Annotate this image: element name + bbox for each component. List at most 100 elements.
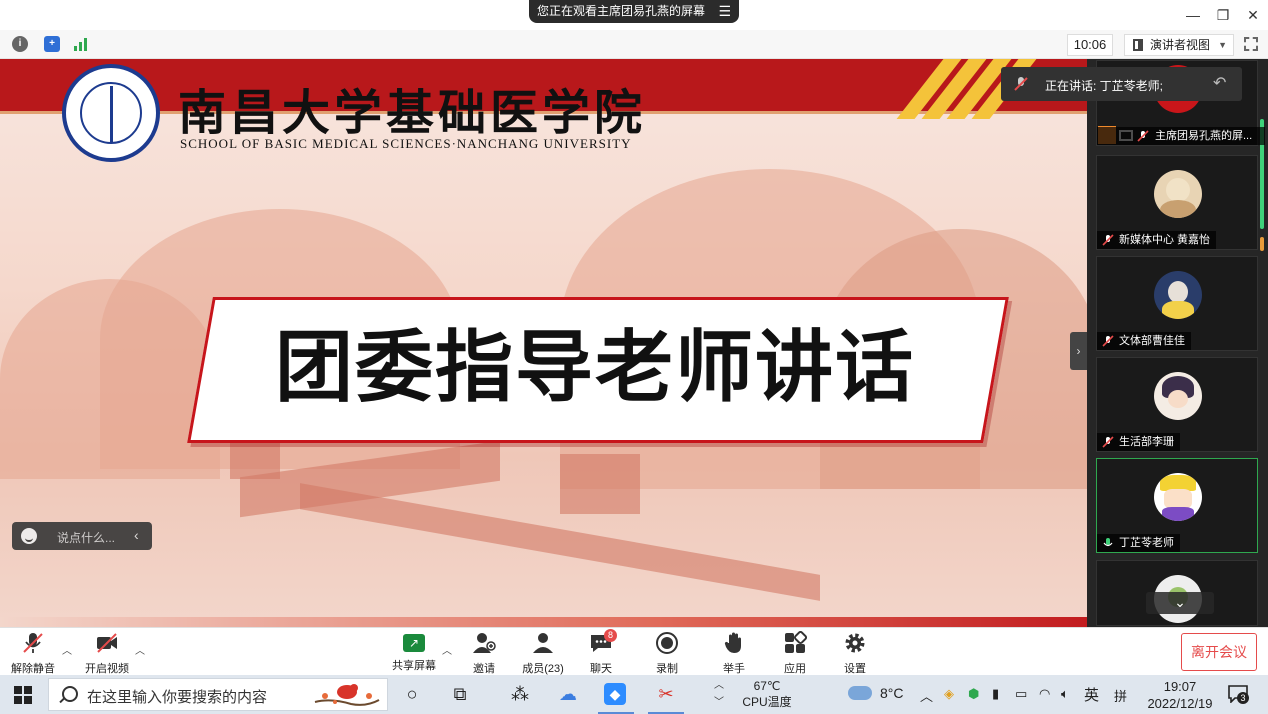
baidu-netdisk-icon[interactable]: ☁ <box>557 683 579 705</box>
chevron-up-icon[interactable]: ︿ <box>135 642 145 657</box>
restore-button[interactable]: ❐ <box>1211 4 1235 26</box>
windows-taskbar: 在这里输入你要搜索的内容 ○ ⧉ ⁂ ☁ ◆ ✂ ︿ ﹀ 67℃ CPU温度 8°… <box>0 675 1268 714</box>
muted-mic-icon <box>1102 335 1114 347</box>
microphone-icon[interactable]: ▮ <box>992 686 999 702</box>
speaking-label: 正在讲话: 丁芷苓老师; <box>1045 79 1164 93</box>
slide-title: 团委指导老师讲话 <box>274 323 915 411</box>
video-off-icon <box>97 633 117 653</box>
share-screen-button[interactable]: ↗ 共享屏幕 <box>390 631 438 672</box>
close-button[interactable]: ✕ <box>1241 4 1265 26</box>
weather-temp: 8°C <box>880 685 904 701</box>
apps-grid-icon[interactable]: ⁂ <box>509 683 531 705</box>
participant-name: 新媒体中心 黄嘉怡 <box>1097 231 1217 249</box>
share-screen-icon: ↗ <box>403 634 425 652</box>
apps-label: 应用 <box>784 663 806 675</box>
participant-tile[interactable]: 文体部曹佳佳 <box>1096 256 1258 351</box>
chevron-up-icon[interactable]: ︿ <box>920 686 933 705</box>
participant-tile[interactable]: 新媒体中心 黄嘉怡 <box>1096 155 1258 250</box>
emoji-icon[interactable] <box>21 528 37 544</box>
wifi-icon[interactable]: ◠ <box>1039 686 1050 702</box>
invite-button[interactable]: 邀请 <box>466 631 502 675</box>
add-user-icon <box>473 633 496 653</box>
security-icon[interactable]: ◈ <box>944 686 954 702</box>
avatar <box>1154 473 1202 521</box>
members-icon <box>533 633 553 653</box>
collapse-panel-button[interactable]: › <box>1070 332 1087 370</box>
fullscreen-icon[interactable] <box>1244 37 1258 51</box>
chat-input-placeholder: 说点什么... <box>57 531 116 545</box>
record-icon <box>656 632 678 654</box>
participant-tile[interactable]: 生活部李珊 <box>1096 357 1258 452</box>
return-arrow-icon[interactable]: ↶ <box>1213 73 1226 93</box>
chevron-up-icon[interactable]: ︿ <box>62 642 72 657</box>
avatar <box>1154 271 1202 319</box>
chevron-up-icon[interactable]: ︿ <box>442 642 452 657</box>
bird-illustration-icon <box>314 684 380 706</box>
leave-meeting-button[interactable]: 离开会议 <box>1181 633 1257 671</box>
muted-mic-icon <box>1014 77 1028 91</box>
battery-icon[interactable]: ▭ <box>1015 686 1027 702</box>
start-video-label: 开启视频 <box>85 663 129 675</box>
gear-icon <box>845 633 865 653</box>
minimize-button[interactable]: — <box>1181 4 1205 26</box>
volume-icon[interactable]: 🔈︎ <box>1061 686 1069 702</box>
meeting-info-bar: i + 10:06 演讲者视图 ▼ <box>0 30 1268 59</box>
university-logo <box>62 64 160 162</box>
muted-mic-icon <box>23 633 43 653</box>
info-icon[interactable]: i <box>12 36 28 52</box>
apps-icon <box>785 630 808 653</box>
mic-active-icon <box>1103 538 1113 547</box>
notification-icon[interactable]: 3 <box>1228 685 1249 704</box>
participant-tile-active-speaker[interactable]: 丁芷苓老师 <box>1096 458 1258 553</box>
system-clock[interactable]: 19:07 2022/12/19 <box>1140 678 1220 712</box>
shield-icon[interactable]: + <box>44 36 60 52</box>
view-mode-dropdown[interactable]: 演讲者视图 ▼ <box>1124 34 1234 56</box>
start-video-button[interactable]: 开启视频 <box>82 631 132 675</box>
cloud-icon <box>848 686 872 700</box>
tray-scroll-icon[interactable]: ︿ ﹀ <box>714 677 724 711</box>
hamburger-icon[interactable]: ☰ <box>718 0 731 23</box>
chevron-left-icon[interactable]: ‹ <box>134 527 139 543</box>
windows-start-icon[interactable] <box>14 686 32 704</box>
unmute-button[interactable]: 解除静音 <box>8 631 58 675</box>
school-name-english: SCHOOL OF BASIC MEDICAL SCIENCES·NANCHAN… <box>180 136 632 151</box>
meeting-timer: 10:06 <box>1067 34 1113 56</box>
record-label: 录制 <box>656 663 678 675</box>
raise-hand-button[interactable]: 举手 <box>719 631 749 675</box>
cpu-temperature-widget[interactable]: 67℃ CPU温度 <box>732 678 802 710</box>
shield-icon[interactable]: ⬢ <box>968 686 979 702</box>
speaking-indicator: 正在讲话: 丁芷苓老师; ↶ <box>1001 67 1242 101</box>
raise-hand-icon <box>724 632 741 653</box>
school-name-chinese: 南昌大学基础医学院 <box>178 85 647 141</box>
ime-language[interactable]: 英 <box>1084 684 1099 705</box>
task-view-icon[interactable]: ○ <box>401 683 423 705</box>
members-button[interactable]: 成员(23) <box>518 631 568 675</box>
search-icon <box>62 686 78 702</box>
muted-mic-icon <box>1102 234 1114 246</box>
ime-mode[interactable]: 拼 <box>1114 686 1127 705</box>
share-screen-label: 共享屏幕 <box>392 660 436 672</box>
scroll-down-button[interactable]: ⌄ <box>1146 592 1214 614</box>
view-mode-label: 演讲者视图 <box>1150 38 1211 52</box>
record-button[interactable]: 录制 <box>652 631 682 675</box>
clock-date: 2022/12/19 <box>1147 696 1213 711</box>
chat-quick-input[interactable]: 说点什么... ‹ <box>12 522 152 550</box>
taskbar-search-input[interactable]: 在这里输入你要搜索的内容 <box>48 678 388 711</box>
raise-hand-label: 举手 <box>723 663 745 675</box>
chat-label: 聊天 <box>590 663 612 675</box>
clock-time: 19:07 <box>1163 679 1197 694</box>
multitask-icon[interactable]: ⧉ <box>449 683 471 705</box>
settings-button[interactable]: 设置 <box>840 631 870 675</box>
signal-icon[interactable] <box>74 37 90 51</box>
screenshot-tool-icon[interactable]: ✂ <box>655 683 677 705</box>
sharing-banner[interactable]: 您正在观看主席团易孔燕的屏幕 ☰ <box>529 0 739 23</box>
apps-button[interactable]: 应用 <box>780 630 810 675</box>
sharing-banner-text: 您正在观看主席团易孔燕的屏幕 <box>537 4 706 18</box>
settings-label: 设置 <box>844 663 866 675</box>
chat-badge: 8 <box>604 629 617 642</box>
meeting-controls: 解除静音 ︿ 开启视频 ︿ ↗ 共享屏幕 ︿ 邀请 成员(23) 聊天 8 录制… <box>0 627 1268 675</box>
tencent-meeting-icon[interactable]: ◆ <box>604 683 626 705</box>
chat-button[interactable]: 聊天 8 <box>584 629 618 675</box>
cpu-temp-value: 67℃ <box>753 679 781 693</box>
participant-name: 主席团易孔燕的屏... <box>1097 127 1265 145</box>
